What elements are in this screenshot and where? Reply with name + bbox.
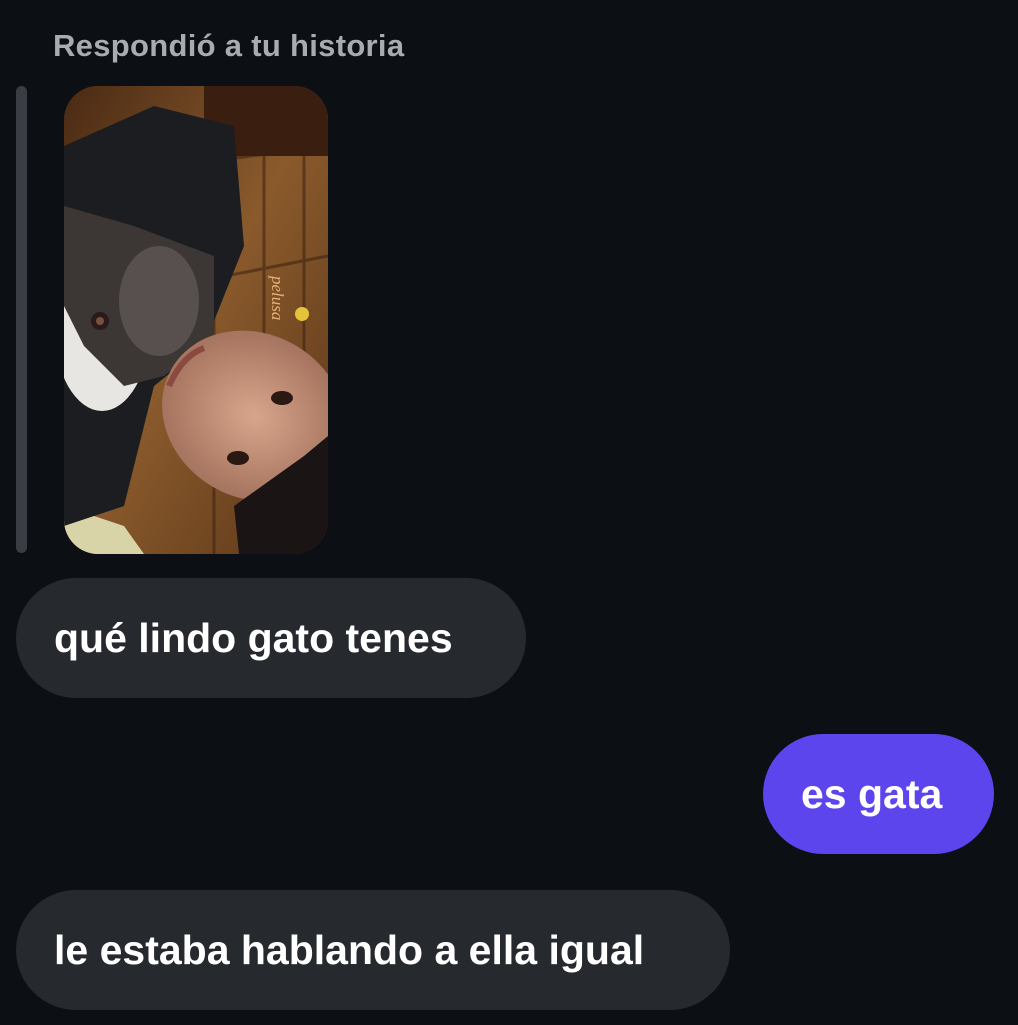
message-bubble-incoming[interactable]: qué lindo gato tenes bbox=[16, 578, 526, 698]
message-bubble-outgoing[interactable]: es gata bbox=[763, 734, 994, 854]
story-photo: pelusa bbox=[64, 86, 328, 554]
reply-indicator-bar bbox=[16, 86, 27, 553]
story-sticker-text: pelusa bbox=[268, 275, 287, 320]
message-bubble-incoming[interactable]: le estaba hablando a ella igual bbox=[16, 890, 730, 1010]
message-text: le estaba hablando a ella igual bbox=[54, 926, 645, 973]
story-thumbnail[interactable]: pelusa bbox=[64, 86, 328, 554]
message-text: es gata bbox=[801, 770, 943, 817]
message-text: qué lindo gato tenes bbox=[54, 614, 453, 661]
story-reply-label: Respondió a tu historia bbox=[53, 28, 405, 63]
chat-thread: Respondió a tu historia pelusa qué lindo… bbox=[0, 0, 1018, 1025]
